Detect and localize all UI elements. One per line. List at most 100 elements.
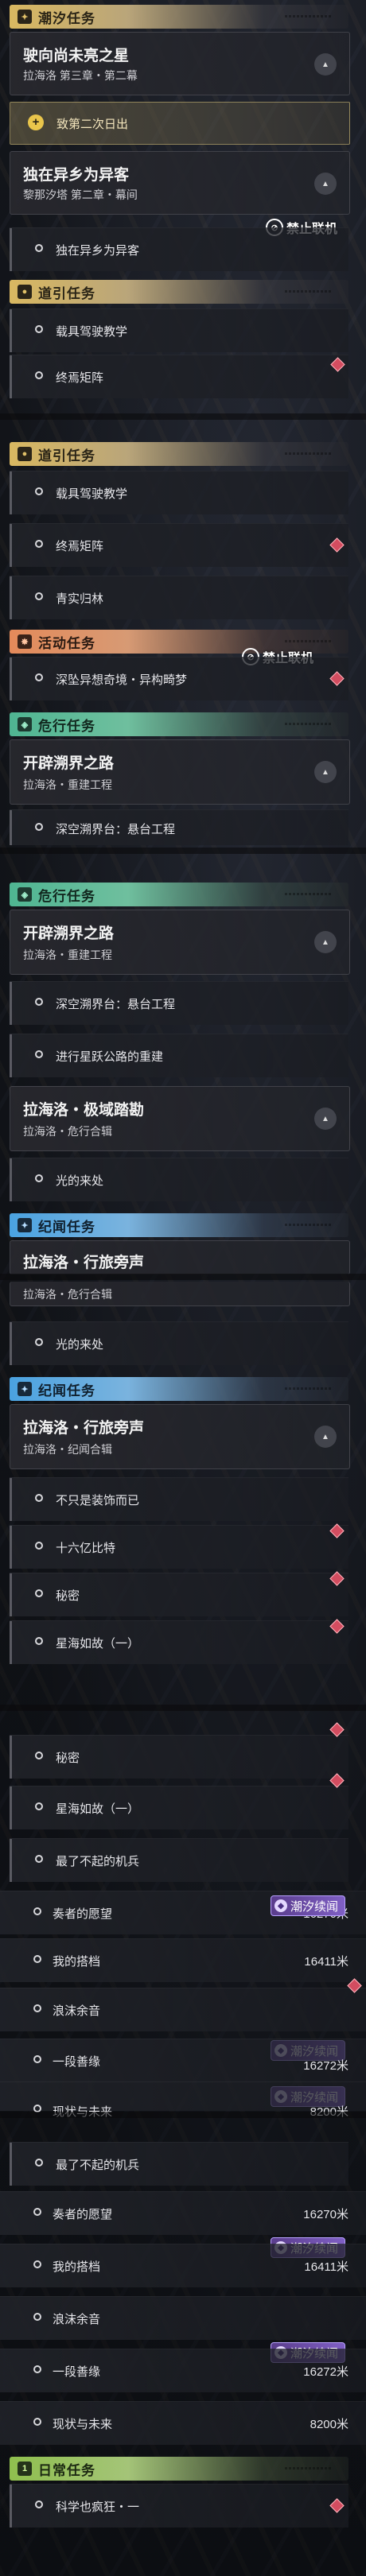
radio-icon[interactable]: [35, 998, 43, 1006]
quest-card-main2[interactable]: 独在异乡为异客 黎那汐塔 第二章・幕间 ▲: [10, 151, 350, 215]
radio-icon[interactable]: [33, 1955, 41, 1963]
list-item[interactable]: 星海如故（一）: [10, 1773, 348, 1829]
radio-icon[interactable]: [35, 1542, 43, 1550]
radio-icon[interactable]: [35, 2500, 43, 2508]
chevron-up-icon[interactable]: ▲: [314, 53, 337, 76]
radio-icon[interactable]: [33, 1907, 41, 1915]
list-item[interactable]: 浪沫余音: [0, 2296, 366, 2340]
list-item[interactable]: 深空溯界台：悬台工程: [10, 981, 348, 1025]
tracked-step[interactable]: + 致第二次日出: [10, 102, 350, 145]
radio-icon[interactable]: [35, 325, 43, 333]
list-item[interactable]: 秘密: [10, 1722, 348, 1779]
radio-icon[interactable]: [35, 1338, 43, 1346]
radio-icon[interactable]: [35, 1050, 43, 1058]
list-item[interactable]: 一段善缘 16272米: [0, 2349, 366, 2392]
section-header-richang[interactable]: 1 日常任务: [10, 2457, 348, 2481]
list-item[interactable]: 科学也疯狂・一: [10, 2484, 348, 2528]
section-header-weixing[interactable]: ◈ 危行任务: [10, 883, 348, 906]
radio-icon[interactable]: [35, 1752, 43, 1759]
list-item[interactable]: 最了不起的机兵: [10, 1838, 348, 1882]
list-item[interactable]: 我的搭档 16411米: [0, 2244, 366, 2287]
radio-icon[interactable]: [35, 1174, 43, 1182]
section-header-chaoxi[interactable]: ✦ 潮汐任务: [10, 5, 348, 29]
screenshot-divider: [0, 848, 366, 854]
list-item[interactable]: 光的来处: [10, 1158, 348, 1201]
section-title: 道引任务: [38, 448, 95, 464]
section-title: 潮汐任务: [38, 10, 95, 26]
section-header-daoyin[interactable]: ● 道引任务: [10, 280, 348, 304]
list-item[interactable]: 十六亿比特: [10, 1523, 348, 1569]
list-item[interactable]: 载具驾驶教学: [10, 471, 348, 514]
distance-label: 16411米: [304, 1955, 348, 1969]
quest-card-danger2-tail[interactable]: 拉海洛・危行合辑: [10, 1282, 350, 1306]
section-header-jiwen[interactable]: ✦ 纪闻任务: [10, 1213, 348, 1237]
list-item[interactable]: 奏者的愿望 16270米: [0, 2191, 366, 2235]
radio-icon[interactable]: [35, 371, 43, 379]
list-item[interactable]: 青实归林: [10, 576, 348, 619]
radio-icon[interactable]: [33, 2313, 41, 2321]
list-item[interactable]: 光的来处: [10, 1321, 348, 1365]
list-item[interactable]: 浪沫余音: [0, 1978, 366, 2031]
list-item[interactable]: 不只是装饰而已: [10, 1477, 348, 1521]
section-header-daoyin[interactable]: ● 道引任务: [10, 442, 348, 466]
radio-icon[interactable]: [33, 2260, 41, 2268]
list-item[interactable]: 深坠异想奇境・异构畸梦: [10, 657, 348, 700]
radio-icon[interactable]: [35, 1802, 43, 1810]
radio-icon[interactable]: [35, 1494, 43, 1502]
radio-icon[interactable]: [33, 2418, 41, 2426]
radio-icon[interactable]: [35, 487, 43, 495]
list-item[interactable]: 终焉矩阵: [10, 355, 348, 398]
distance-label: 16270米: [303, 2208, 348, 2221]
quest-chapter: 拉海洛・重建工程: [23, 778, 112, 791]
list-item[interactable]: 最了不起的机兵: [10, 2142, 348, 2186]
list-item[interactable]: 深空溯界台：悬台工程: [10, 809, 348, 845]
radio-icon[interactable]: [35, 1589, 43, 1597]
chevron-up-icon[interactable]: ▲: [314, 1426, 337, 1448]
header-ornament: [285, 15, 333, 17]
list-item[interactable]: 载具驾驶教学: [10, 308, 348, 352]
list-item[interactable]: 我的搭档 16411米: [0, 1938, 366, 1982]
radio-icon[interactable]: [33, 2004, 41, 2012]
step-label: 一段善缘: [53, 2055, 101, 2069]
list-item[interactable]: 一段善缘 16272米: [0, 2039, 366, 2082]
radio-icon[interactable]: [35, 823, 43, 831]
row-accent: [10, 355, 12, 398]
list-item[interactable]: 现状与未来 8200米: [0, 2081, 366, 2119]
radio-icon[interactable]: [35, 2159, 43, 2167]
quest-title: 驶向尚未亮之星: [23, 48, 130, 64]
section-header-weixing[interactable]: ◈ 危行任务: [10, 712, 348, 736]
radio-icon[interactable]: [33, 2365, 41, 2373]
chevron-up-icon[interactable]: ▲: [314, 931, 337, 953]
quest-card-danger[interactable]: 开辟溯界之路 拉海洛・重建工程 ▲: [10, 739, 350, 805]
radio-icon[interactable]: [35, 244, 43, 252]
quest-card-main1[interactable]: 驶向尚未亮之星 拉海洛 第三章・第二幕 ▲: [10, 32, 350, 95]
radio-icon[interactable]: [35, 1855, 43, 1863]
row-accent: [10, 1736, 12, 1779]
row-accent: [10, 1839, 12, 1882]
radio-icon[interactable]: [35, 540, 43, 548]
row-accent: [10, 1621, 12, 1664]
section-title: 日常任务: [38, 2462, 95, 2478]
list-item[interactable]: 秘密: [10, 1571, 348, 1616]
radio-icon[interactable]: [35, 1637, 43, 1645]
list-item[interactable]: 星海如故（一）: [10, 1619, 348, 1664]
quest-card-lore-peek[interactable]: 拉海洛・行旅旁声: [10, 1240, 350, 1274]
list-item[interactable]: 终焉矩阵: [10, 523, 348, 567]
radio-icon[interactable]: [35, 673, 43, 681]
radio-icon[interactable]: [33, 2208, 41, 2216]
list-item[interactable]: 进行星跃公路的重建: [10, 1034, 348, 1077]
radio-icon[interactable]: [35, 592, 43, 600]
step-label: 不只是装饰而已: [56, 1494, 140, 1507]
list-item[interactable]: 现状与未来 8200米: [0, 2401, 366, 2445]
quest-card-danger2[interactable]: 拉海洛・极域踏勘 拉海洛・危行合辑 ▲: [10, 1086, 350, 1151]
chevron-up-icon[interactable]: ▲: [314, 173, 337, 195]
header-ornament: [285, 1387, 333, 1390]
chevron-up-icon[interactable]: ▲: [314, 761, 337, 783]
radio-icon[interactable]: [33, 2055, 41, 2063]
list-item[interactable]: 独在异乡为异客: [10, 227, 348, 271]
quest-card-lore[interactable]: 拉海洛・行旅旁声 拉海洛・纪闻合辑 ▲: [10, 1404, 350, 1469]
chevron-up-icon[interactable]: ▲: [314, 1108, 337, 1130]
tide-badge: ◆ 潮汐续闻: [271, 1895, 346, 1916]
quest-card-danger[interactable]: 开辟溯界之路 拉海洛・重建工程 ▲: [10, 910, 350, 975]
section-header-jiwen[interactable]: ✦ 纪闻任务: [10, 1377, 348, 1401]
